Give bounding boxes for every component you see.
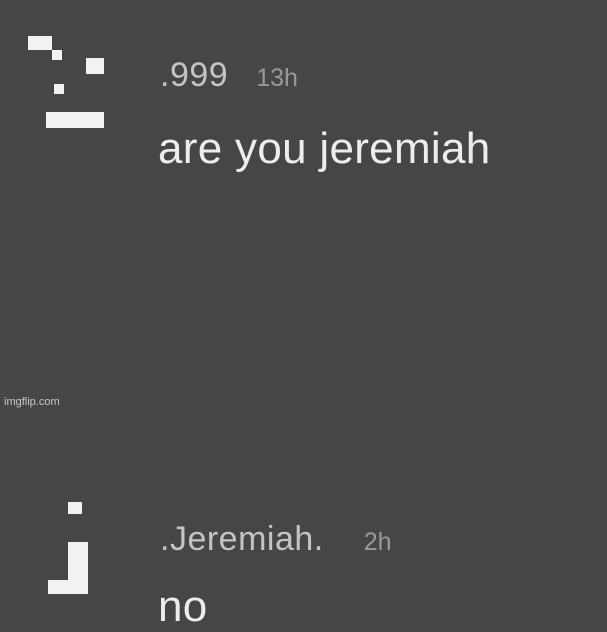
comment: .Jeremiah. 2h no bbox=[0, 240, 607, 631]
watermark: imgflip.com bbox=[4, 396, 60, 408]
user-avatar[interactable] bbox=[28, 36, 118, 146]
comment: .999 13h are you jeremiah bbox=[0, 0, 607, 200]
username[interactable]: .Jeremiah. bbox=[160, 520, 324, 558]
timestamp: 2h bbox=[363, 528, 392, 556]
username[interactable]: .999 bbox=[160, 56, 228, 94]
user-avatar[interactable] bbox=[38, 496, 128, 606]
comment-text: no bbox=[158, 582, 208, 631]
comment-header: .Jeremiah. 2h bbox=[160, 520, 392, 559]
comment-header: .999 13h bbox=[160, 56, 298, 95]
timestamp: 13h bbox=[256, 64, 298, 92]
comment-text: are you jeremiah bbox=[158, 124, 491, 173]
